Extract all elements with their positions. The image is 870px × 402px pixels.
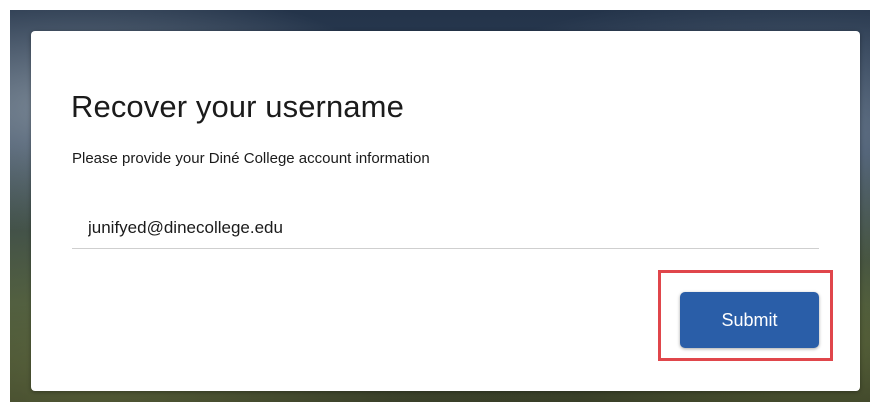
- page-title: Recover your username: [71, 89, 404, 124]
- instructions-text: Please provide your Diné College account…: [72, 150, 430, 167]
- email-field[interactable]: [72, 207, 819, 249]
- submit-button[interactable]: Submit: [680, 292, 819, 348]
- page: Recover your username Please provide you…: [0, 0, 870, 402]
- recover-username-card: Recover your username Please provide you…: [31, 31, 860, 391]
